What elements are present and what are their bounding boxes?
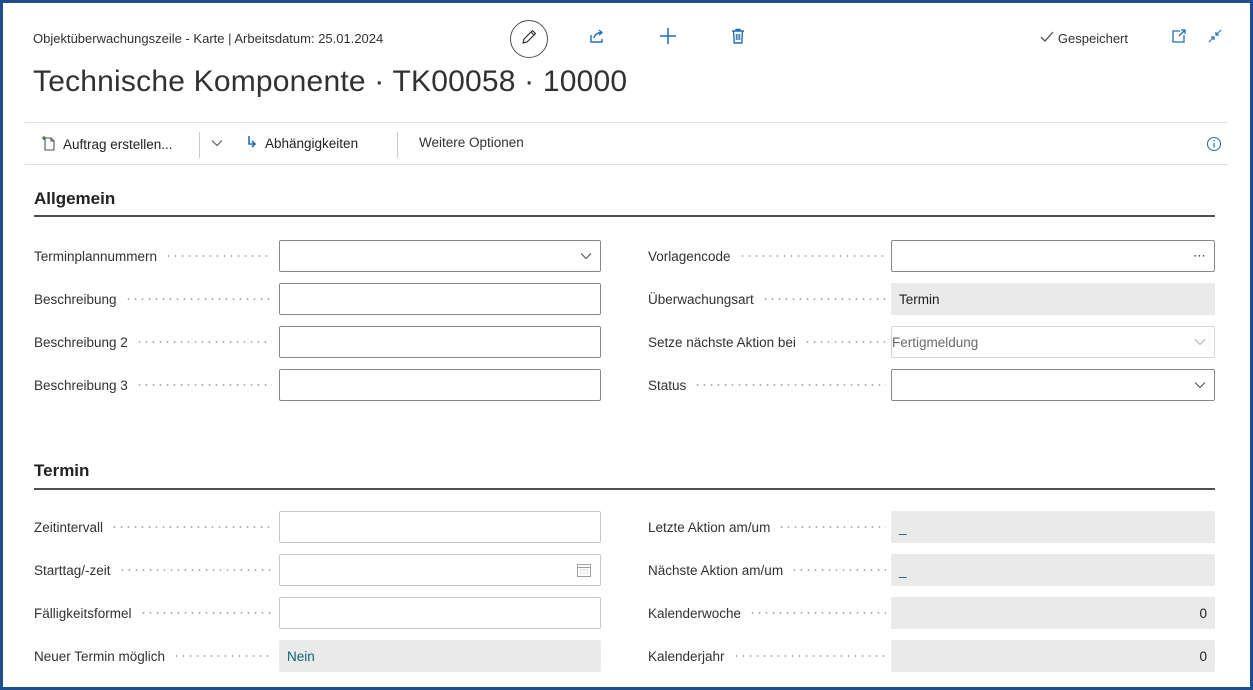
next-action-at-select[interactable]: Fertigmeldung (891, 326, 1215, 358)
dependencies-label: Abhängigkeiten (265, 136, 359, 151)
field-label: Starttag/-zeit (34, 554, 274, 586)
field-label: Vorlagencode (648, 240, 888, 272)
more-options-label: Weitere Optionen (419, 135, 524, 150)
calendar-year-value: 0 (891, 640, 1215, 672)
share-icon (588, 27, 606, 50)
last-action-value[interactable]: _ (891, 511, 1215, 543)
due-formula-input[interactable] (279, 597, 601, 629)
info-icon (1206, 136, 1222, 156)
new-button[interactable] (657, 27, 679, 49)
actions-divider (25, 164, 1228, 165)
field-label: Fälligkeitsformel (34, 597, 274, 629)
create-order-dropdown[interactable] (211, 135, 223, 150)
header-bar: Objektüberwachungszeile - Karte | Arbeit… (33, 20, 1230, 58)
field-label: Zeitintervall (34, 511, 274, 543)
action-separator (199, 132, 200, 158)
action-bar: Auftrag erstellen... Abhängigkeiten Weit… (33, 131, 1222, 161)
delete-icon (729, 27, 747, 50)
description-input[interactable] (279, 283, 601, 315)
next-action-value[interactable]: _ (891, 554, 1215, 586)
section-title-schedule: Termin (34, 461, 90, 480)
field-label: Nächste Aktion am/um (648, 554, 888, 586)
description-2-input[interactable] (279, 326, 601, 358)
dependencies-arrow-icon (245, 135, 259, 152)
share-button[interactable] (586, 27, 608, 49)
chevron-down-icon (580, 241, 592, 271)
field-label: Terminplannummern (34, 240, 274, 272)
section-underline (34, 488, 1215, 490)
card-page: Objektüberwachungszeile - Karte | Arbeit… (0, 0, 1253, 690)
field-label: Überwachungsart (648, 283, 888, 315)
collapse-icon (1207, 28, 1223, 49)
field-label: Setze nächste Aktion bei (648, 326, 888, 358)
new-document-icon (41, 135, 57, 154)
open-new-window-button[interactable] (1168, 27, 1190, 49)
section-title-general: Allgemein (34, 189, 116, 208)
chevron-down-icon (1194, 327, 1206, 357)
create-order-label: Auftrag erstellen... (63, 137, 173, 152)
description-3-input[interactable] (279, 369, 601, 401)
checkmark-icon (1040, 31, 1054, 46)
field-label: Beschreibung 3 (34, 369, 274, 401)
edit-button[interactable] (510, 20, 548, 58)
info-button[interactable] (1206, 136, 1222, 157)
section-underline (34, 215, 1215, 217)
new-date-possible-value: Nein (279, 640, 601, 672)
open-new-window-icon (1171, 28, 1187, 49)
page-title: Technische Komponente · TK00058 · 10000 (33, 65, 628, 98)
monitoring-type-value: Termin (891, 283, 1215, 315)
field-label: Status (648, 369, 888, 401)
pencil-icon (520, 28, 538, 51)
field-label: Kalenderjahr (648, 640, 888, 672)
saved-status: Gespeichert (1040, 31, 1128, 46)
field-label: Letzte Aktion am/um (648, 511, 888, 543)
collapse-button[interactable] (1204, 27, 1226, 49)
page-caption: Objektüberwachungszeile - Karte | Arbeit… (33, 31, 384, 46)
interval-input[interactable] (279, 511, 601, 543)
header-divider (25, 122, 1228, 123)
create-order-button[interactable]: Auftrag erstellen... (41, 135, 173, 154)
start-datetime-input[interactable] (279, 554, 601, 586)
ellipsis-icon[interactable]: ⋯ (1193, 241, 1206, 271)
schedule-plan-numbers-select[interactable] (279, 240, 601, 272)
plus-icon (658, 26, 678, 51)
dependencies-button[interactable]: Abhängigkeiten (245, 135, 358, 152)
field-label: Neuer Termin möglich (34, 640, 274, 672)
template-code-lookup[interactable]: ⋯ (891, 240, 1215, 272)
saved-label: Gespeichert (1057, 31, 1128, 46)
calendar-icon[interactable] (576, 555, 592, 585)
calendar-week-value: 0 (891, 597, 1215, 629)
chevron-down-icon (211, 135, 223, 150)
field-label: Beschreibung (34, 283, 274, 315)
status-select[interactable] (891, 369, 1215, 401)
field-label: Kalenderwoche (648, 597, 888, 629)
action-separator (397, 132, 398, 158)
chevron-down-icon (1194, 370, 1206, 400)
more-options-button[interactable]: Weitere Optionen (419, 135, 524, 150)
field-label: Beschreibung 2 (34, 326, 274, 358)
delete-button[interactable] (727, 27, 749, 49)
